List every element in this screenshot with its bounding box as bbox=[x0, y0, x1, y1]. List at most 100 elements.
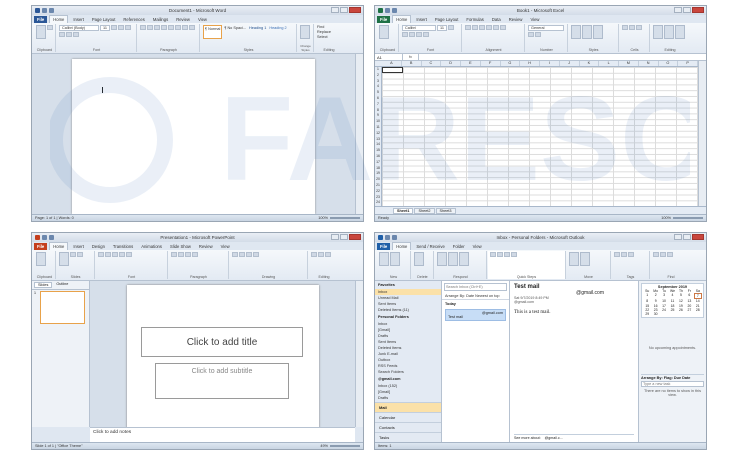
maximize-button[interactable] bbox=[340, 234, 348, 240]
vertical-scrollbar[interactable] bbox=[698, 61, 706, 206]
favorites-header[interactable]: Favorites bbox=[375, 281, 441, 289]
sheet-tab[interactable]: Sheet3 bbox=[435, 207, 456, 214]
numbering-icon[interactable] bbox=[147, 25, 153, 30]
paste-icon[interactable] bbox=[379, 25, 389, 39]
excel-app-icon[interactable] bbox=[378, 8, 383, 13]
underline-icon[interactable] bbox=[409, 32, 415, 37]
name-box[interactable]: A1 bbox=[375, 54, 403, 60]
categorize-icon[interactable] bbox=[621, 252, 627, 257]
merge-center-icon[interactable] bbox=[500, 25, 506, 30]
account-header[interactable]: @gmail.com bbox=[375, 375, 441, 383]
tab-home[interactable]: Home bbox=[392, 15, 412, 23]
sort-filter-icon[interactable] bbox=[664, 25, 674, 39]
format-cells-icon[interactable] bbox=[636, 25, 642, 30]
layout-icon[interactable] bbox=[70, 252, 76, 257]
font-name-box[interactable]: Calibri (Body) bbox=[59, 25, 99, 31]
format-as-table-icon[interactable] bbox=[582, 25, 592, 39]
tab-folder[interactable]: Folder bbox=[450, 243, 468, 250]
column-header[interactable]: D bbox=[441, 61, 461, 66]
tab-data[interactable]: Data bbox=[489, 16, 504, 23]
minimize-button[interactable] bbox=[674, 7, 682, 13]
percent-icon[interactable] bbox=[535, 32, 541, 37]
column-header[interactable]: M bbox=[619, 61, 639, 66]
sheet-tab[interactable]: Sheet1 bbox=[393, 207, 414, 214]
tab-review[interactable]: Review bbox=[506, 16, 526, 23]
close-button[interactable] bbox=[692, 234, 704, 240]
word-app-icon[interactable] bbox=[35, 8, 40, 13]
column-header[interactable]: N bbox=[639, 61, 659, 66]
autosum-icon[interactable] bbox=[653, 25, 663, 39]
cell-styles-icon[interactable] bbox=[593, 25, 603, 39]
cut-icon[interactable] bbox=[47, 25, 53, 30]
cell-grid[interactable] bbox=[375, 61, 698, 206]
font-size-box[interactable]: 11 bbox=[437, 25, 447, 31]
outlook-app-icon[interactable] bbox=[378, 235, 383, 240]
column-header[interactable]: E bbox=[461, 61, 481, 66]
onenote-icon[interactable] bbox=[580, 252, 590, 266]
calendar-date[interactable]: 25 bbox=[668, 308, 676, 312]
shape-fill-icon[interactable] bbox=[253, 252, 259, 257]
replace-button[interactable]: Replace bbox=[317, 30, 331, 34]
shapes-icon[interactable] bbox=[232, 252, 238, 257]
delete-cells-icon[interactable] bbox=[629, 25, 635, 30]
tab-mailings[interactable]: Mailings bbox=[150, 16, 171, 23]
find-icon[interactable] bbox=[311, 252, 317, 257]
team-email-icon[interactable] bbox=[497, 252, 503, 257]
align-left-icon[interactable] bbox=[486, 25, 492, 30]
sort-icon[interactable] bbox=[168, 25, 174, 30]
underline-icon[interactable] bbox=[124, 25, 131, 30]
style-normal[interactable]: ¶ Normal bbox=[203, 25, 223, 39]
align-left-icon[interactable] bbox=[185, 252, 191, 257]
column-header[interactable]: P bbox=[678, 61, 698, 66]
nav-contacts[interactable]: Contacts bbox=[375, 422, 441, 432]
minimize-button[interactable] bbox=[331, 7, 339, 13]
bold-icon[interactable] bbox=[98, 252, 104, 257]
style-heading2[interactable]: Heading 2 bbox=[268, 25, 287, 39]
column-header[interactable]: O bbox=[659, 61, 679, 66]
bold-icon[interactable] bbox=[110, 25, 117, 30]
tab-page-layout[interactable]: Page Layout bbox=[432, 16, 462, 23]
nav-calendar[interactable]: Calendar bbox=[375, 412, 441, 422]
tab-transitions[interactable]: Transitions bbox=[110, 243, 136, 250]
tab-file[interactable]: File bbox=[34, 16, 48, 23]
zoom-level[interactable]: 49% bbox=[320, 444, 328, 448]
new-items-icon[interactable] bbox=[390, 252, 400, 266]
save-icon[interactable] bbox=[385, 8, 390, 13]
new-task-input[interactable]: Type a new task bbox=[641, 381, 704, 388]
see-more-label[interactable]: See more about: bbox=[514, 436, 541, 440]
tab-send-receive[interactable]: Send / Receive bbox=[413, 243, 447, 250]
fx-icon[interactable]: fx bbox=[403, 54, 419, 60]
move-to-icon[interactable] bbox=[490, 252, 496, 257]
column-header[interactable]: H bbox=[520, 61, 540, 66]
move-icon[interactable] bbox=[569, 252, 579, 266]
address-book-icon[interactable] bbox=[660, 252, 666, 257]
tab-slides[interactable]: Slides bbox=[34, 282, 53, 288]
align-middle-icon[interactable] bbox=[472, 25, 478, 30]
tab-formulas[interactable]: Formulas bbox=[463, 16, 486, 23]
shadow-icon[interactable] bbox=[119, 252, 125, 257]
reply-all-icon[interactable] bbox=[448, 252, 458, 266]
replace-icon[interactable] bbox=[318, 252, 324, 257]
wrap-text-icon[interactable] bbox=[479, 25, 485, 30]
arrange-by[interactable]: Arrange By: Date Newest on top bbox=[442, 293, 509, 300]
column-header[interactable]: K bbox=[580, 61, 600, 66]
underline-icon[interactable] bbox=[112, 252, 118, 257]
delete-icon[interactable] bbox=[414, 252, 424, 266]
tab-home[interactable]: Home bbox=[392, 242, 412, 250]
reply-delete-icon[interactable] bbox=[504, 252, 510, 257]
center-icon[interactable] bbox=[493, 25, 499, 30]
save-icon[interactable] bbox=[42, 235, 47, 240]
arrange-flag[interactable]: Arrange By: Flag: Due Date bbox=[641, 374, 704, 380]
fill-color-icon[interactable] bbox=[423, 32, 429, 37]
font-color-icon[interactable] bbox=[126, 252, 132, 257]
style-heading1[interactable]: Heading 1 bbox=[248, 25, 267, 39]
find-contact-icon[interactable] bbox=[653, 252, 659, 257]
nav-mail[interactable]: Mail bbox=[375, 402, 441, 412]
title-placeholder[interactable]: Click to add title bbox=[141, 327, 303, 357]
create-new-icon[interactable] bbox=[511, 252, 517, 257]
change-styles-icon[interactable] bbox=[300, 25, 310, 39]
tab-references[interactable]: References bbox=[120, 16, 147, 23]
tab-view[interactable]: View bbox=[470, 243, 485, 250]
save-icon[interactable] bbox=[42, 8, 47, 13]
highlight-icon[interactable] bbox=[66, 32, 72, 37]
